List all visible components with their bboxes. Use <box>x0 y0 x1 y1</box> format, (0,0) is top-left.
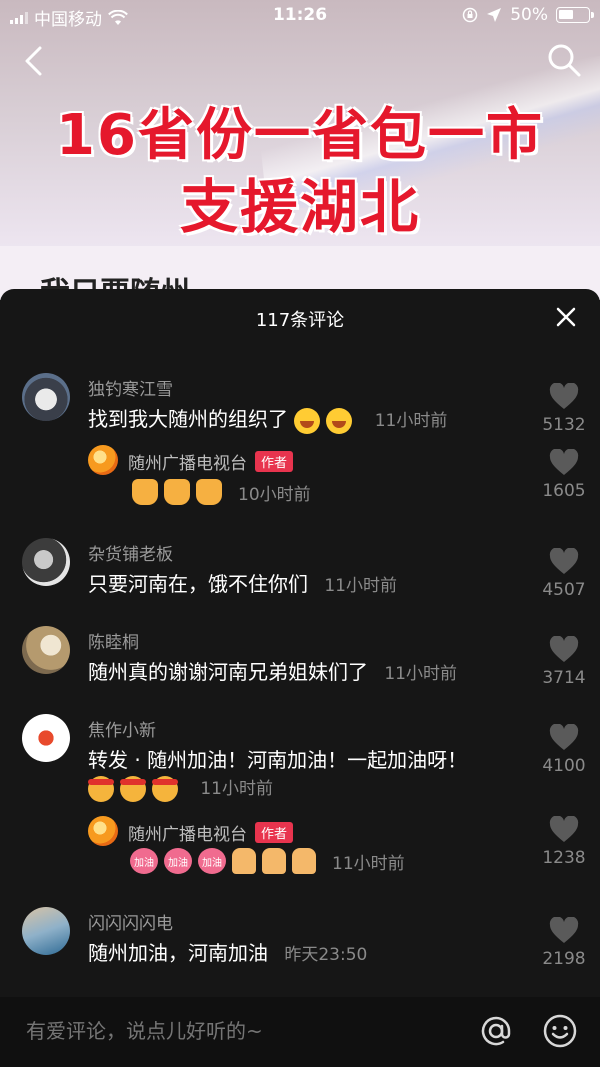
avatar[interactable] <box>22 538 70 586</box>
close-icon[interactable] <box>554 305 578 329</box>
status-right: 50% <box>462 5 594 25</box>
heart-icon <box>549 548 579 574</box>
reply-avatar[interactable] <box>88 816 118 846</box>
reply-text[interactable]: 加油 加油 加油 11小时前 <box>130 848 405 874</box>
comment-username[interactable]: 焦作小新 <box>88 716 156 741</box>
like-button[interactable]: 3714 <box>542 636 586 688</box>
comment-emoji-line: 11小时前 <box>88 774 273 802</box>
video-headline-line1: 16省份一省包一市 <box>56 103 544 168</box>
heart-icon <box>549 917 579 943</box>
comment-input[interactable] <box>26 1019 446 1043</box>
reply-username-row: 随州广播电视台 作者 <box>128 449 294 474</box>
battery-percent: 50% <box>510 5 548 25</box>
like-button[interactable]: 4507 <box>542 548 586 600</box>
comments-count-title: 117条评论 <box>255 310 345 331</box>
thumbs-up-emoji-icon <box>196 479 222 505</box>
video-headline-line2: 支援湖北 <box>179 173 420 241</box>
status-bar: 中国移动 11:26 50% <box>0 0 600 32</box>
like-count: 1238 <box>542 848 586 868</box>
comment-body: 随州加油，河南加油 <box>88 941 268 965</box>
comment-body: 只要河南在，饿不住你们 <box>88 572 308 596</box>
cheer-emoji-icon: 加油 <box>198 848 226 874</box>
reply-time: 11小时前 <box>332 853 405 874</box>
comment-username[interactable]: 闪闪闪闪电 <box>88 909 173 934</box>
comment-body: 转发 · 随州加油！河南加油！一起加油呀！ <box>88 748 468 772</box>
search-icon[interactable] <box>546 42 582 78</box>
like-count: 4507 <box>542 580 586 600</box>
pray-emoji-icon <box>262 848 286 874</box>
comment-text[interactable]: 只要河南在，饿不住你们 11小时前 <box>88 568 397 597</box>
laugh-emoji-icon <box>294 407 321 434</box>
heart-icon <box>549 449 579 475</box>
rotation-lock-icon <box>462 7 478 23</box>
laugh-emoji-icon <box>326 407 353 434</box>
reply-avatar[interactable] <box>88 445 118 475</box>
comments-sheet: 117条评论 独钓寒江雪 找到我大随州的组织了 11小时前 5132 随州广播电… <box>0 289 600 997</box>
heart-icon <box>549 383 579 409</box>
comment-username[interactable]: 杂货铺老板 <box>88 540 173 565</box>
pray-emoji-icon <box>292 848 316 874</box>
fighting-emoji-icon <box>152 775 178 802</box>
at-mention-icon[interactable] <box>478 1013 514 1049</box>
cheer-emoji-icon: 加油 <box>164 848 192 874</box>
like-button[interactable]: 2198 <box>542 917 586 969</box>
comment-body: 找到我大随州的组织了 <box>88 407 288 431</box>
like-count: 1605 <box>542 481 586 501</box>
comment-body: 随州真的谢谢河南兄弟姐妹们了 <box>88 660 368 684</box>
reply-username-row: 随州广播电视台 作者 <box>128 820 294 845</box>
like-button[interactable]: 1238 <box>542 816 586 868</box>
avatar[interactable] <box>22 714 70 762</box>
heart-icon <box>549 724 579 750</box>
fighting-emoji-icon <box>88 775 114 802</box>
comment-text[interactable]: 随州真的谢谢河南兄弟姐妹们了 11小时前 <box>88 656 457 685</box>
avatar[interactable] <box>22 626 70 674</box>
like-button[interactable]: 1605 <box>542 449 586 501</box>
back-arrow-icon[interactable] <box>18 44 52 78</box>
emoji-icon[interactable] <box>542 1013 578 1049</box>
comment-username[interactable]: 独钓寒江雪 <box>88 375 173 400</box>
comment-text[interactable]: 找到我大随州的组织了 11小时前 <box>88 403 447 434</box>
video-frame: 16省份一省包一市 支援湖北 我只要随州 <box>0 0 600 300</box>
reply-username[interactable]: 随州广播电视台 <box>128 449 247 474</box>
thumbs-up-emoji-icon <box>164 479 190 505</box>
heart-icon <box>549 816 579 842</box>
cheer-emoji-icon: 加油 <box>130 848 158 874</box>
heart-icon <box>549 636 579 662</box>
like-count: 2198 <box>542 949 586 969</box>
comment-time: 11小时前 <box>374 411 448 431</box>
comment-time: 11小时前 <box>384 664 457 684</box>
comment-time: 昨天23:50 <box>284 945 368 965</box>
avatar[interactable] <box>22 907 70 955</box>
reply-time: 10小时前 <box>238 484 311 505</box>
comment-username[interactable]: 陈睦桐 <box>88 628 139 653</box>
battery-icon <box>556 7 594 23</box>
author-badge: 作者 <box>255 451 294 472</box>
comment-time: 11小时前 <box>200 779 273 799</box>
thumbs-up-emoji-icon <box>132 479 158 505</box>
reply-username[interactable]: 随州广播电视台 <box>128 820 247 845</box>
location-icon <box>487 8 502 22</box>
comment-input-bar <box>0 997 600 1067</box>
comment-text[interactable]: 随州加油，河南加油 昨天23:50 <box>88 937 367 966</box>
reply-text[interactable]: 10小时前 <box>132 479 311 505</box>
fighting-emoji-icon <box>120 775 146 802</box>
comment-time: 11小时前 <box>324 576 397 596</box>
like-count: 5132 <box>542 415 586 435</box>
comment-text[interactable]: 转发 · 随州加油！河南加油！一起加油呀！ <box>88 744 467 773</box>
like-count: 3714 <box>542 668 586 688</box>
like-count: 4100 <box>542 756 586 776</box>
avatar[interactable] <box>22 373 70 421</box>
like-button[interactable]: 4100 <box>542 724 586 776</box>
author-badge: 作者 <box>255 822 294 843</box>
pray-emoji-icon <box>232 848 256 874</box>
like-button[interactable]: 5132 <box>542 383 586 435</box>
